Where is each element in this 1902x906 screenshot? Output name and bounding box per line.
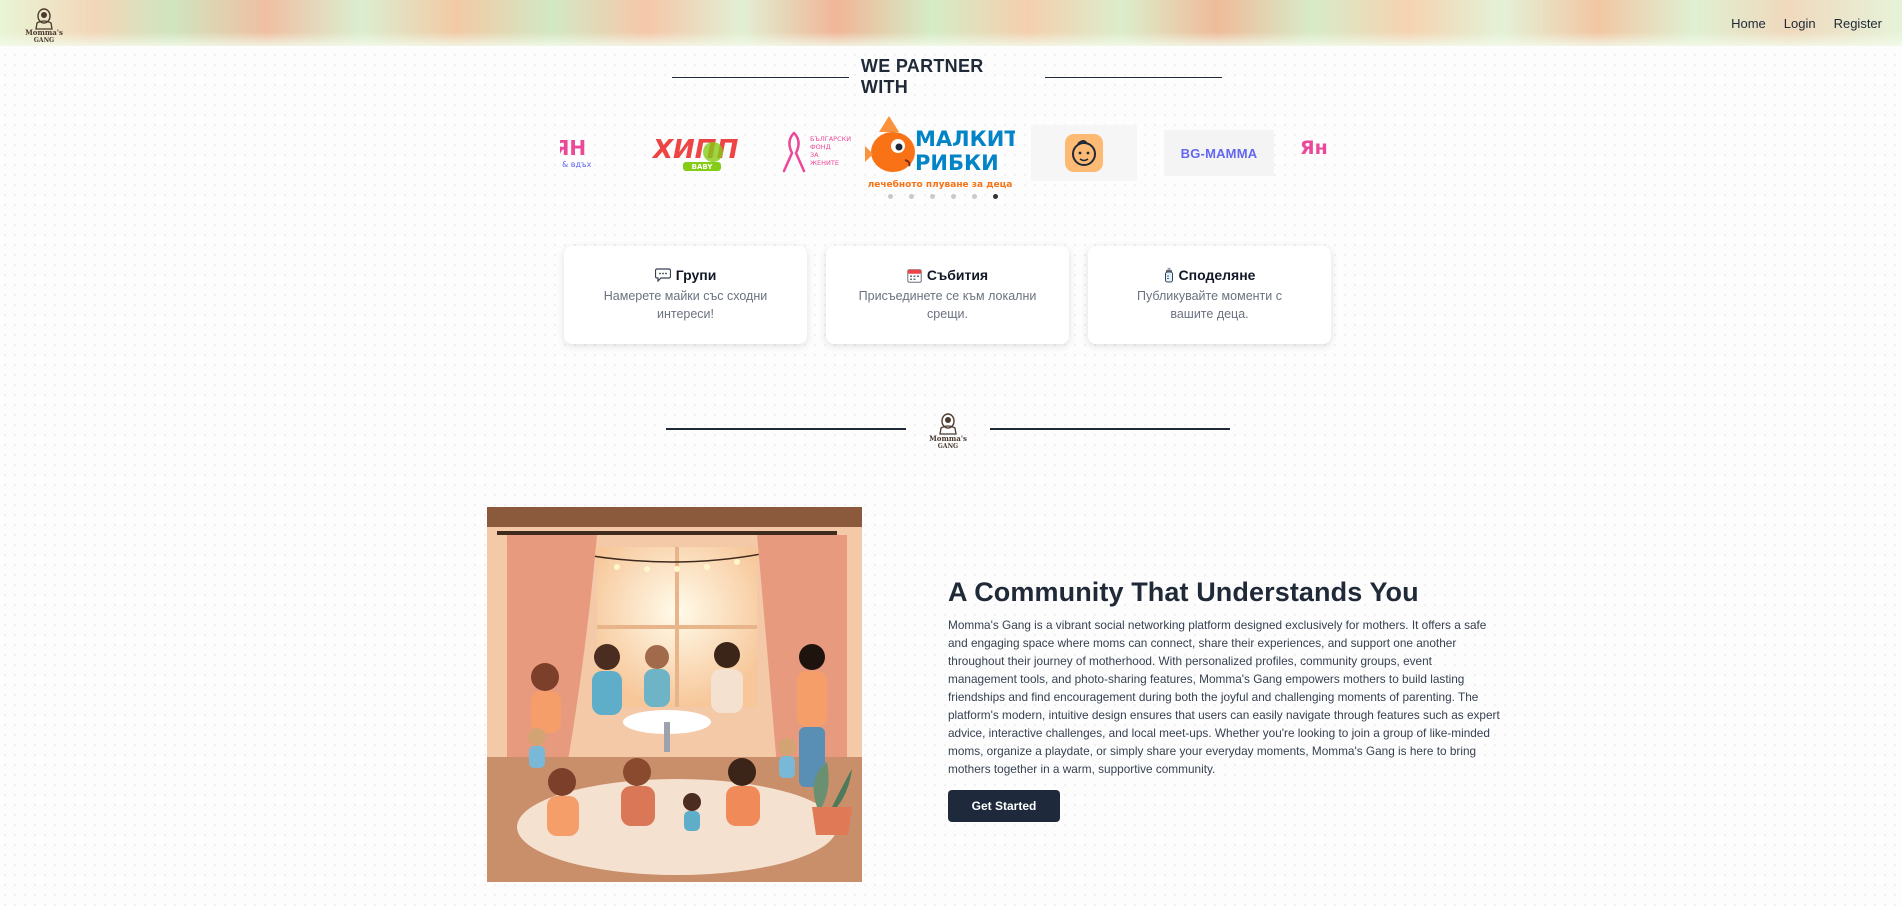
partners-title: WE PARTNER WITH	[860, 56, 984, 97]
partner-logo-breast-cancer-fund[interactable]: БЪЛГАРСКИ ФОНД ЗА ЖЕНИТЕ	[765, 108, 875, 198]
baby-face-icon	[1065, 134, 1103, 172]
get-started-button[interactable]: Get Started	[948, 790, 1060, 822]
feature-card-groups[interactable]: Групи Намерете майки със сходни интереси…	[564, 246, 807, 344]
divider-logo: Momma's GANG	[928, 410, 968, 450]
svg-text:ЗА: ЗА	[810, 151, 819, 159]
main-nav: Home Login Register	[1731, 0, 1882, 46]
partner-logo-hipp[interactable]: ХИПП BABY	[640, 108, 750, 198]
feature-card-title: Събития	[907, 267, 988, 283]
svg-text:ФОНД: ФОНД	[810, 143, 831, 151]
feature-desc: Намерете майки със сходни интереси!	[603, 289, 768, 321]
community-section: A Community That Understands You Momma's…	[948, 577, 1500, 822]
community-title: A Community That Understands You	[948, 577, 1419, 607]
partner-carousel[interactable]: ЯН & вдъх ХИПП BABY БЪЛГАРСКИ ФОНД ЗА ЖЕ…	[560, 108, 1340, 198]
partner-logo-malkite-ribki[interactable]: МАЛКИТЕ РИБКИ лечебното плуване за деца	[865, 108, 1015, 198]
divider-line-left	[666, 428, 906, 430]
svg-text:Momma's: Momma's	[929, 434, 967, 443]
partner-yan-2-text: Ян	[1300, 137, 1328, 159]
nav-register-link[interactable]: Register	[1834, 16, 1882, 31]
partner-logo-yan-2[interactable]: Ян	[1300, 108, 1340, 198]
partner-hipp-sub: BABY	[692, 163, 714, 171]
feature-desc: Присъединете се към локални срещи.	[858, 289, 1037, 321]
partner-hipp-text: ХИПП	[651, 135, 739, 165]
mommas-gang-logo-icon: Momma's GANG	[929, 413, 967, 450]
mommas-gang-logo-icon: Momma's GANG	[25, 8, 63, 44]
svg-text:ЖЕНИТЕ: ЖЕНИТЕ	[810, 159, 839, 167]
nav-login-link[interactable]: Login	[1784, 16, 1816, 31]
community-description: Momma's Gang is a vibrant social network…	[948, 618, 1500, 776]
carousel-dots	[888, 194, 998, 199]
svg-text:GANG: GANG	[938, 443, 958, 450]
carousel-dot[interactable]	[930, 194, 935, 199]
nav-home-link[interactable]: Home	[1731, 16, 1766, 31]
feature-card-sharing[interactable]: Споделяне Публикувайте моменти с вашите …	[1088, 246, 1331, 344]
logo-wordmark-top: Momma's	[25, 28, 63, 37]
feature-title-text: Събития	[926, 267, 989, 283]
partner-ribki-text-1: МАЛКИТЕ	[915, 127, 1015, 151]
partner-logo-bg-mamma[interactable]: BG-MAMMA	[1163, 108, 1275, 198]
feature-title-text: Споделяне	[1178, 267, 1256, 283]
partner-fund-text: БЪЛГАРСКИ	[810, 135, 851, 143]
partner-yan-text: ЯН	[560, 136, 586, 160]
divider-line-right	[990, 428, 1230, 430]
mommas-gang-logo[interactable]: Momma's GANG	[24, 5, 64, 44]
partners-heading: WE PARTNER WITH	[672, 56, 1222, 97]
carousel-dot[interactable]	[909, 194, 914, 199]
carousel-dot[interactable]	[888, 194, 893, 199]
baby-bottle-icon	[1164, 267, 1173, 283]
feature-desc: Публикувайте моменти с вашите деца.	[1137, 289, 1282, 321]
heading-line-right	[1045, 76, 1222, 78]
partner-logo-baby-app[interactable]	[1030, 108, 1138, 198]
chat-bubble-icon	[654, 268, 671, 282]
community-illustration	[487, 507, 862, 882]
partner-ribki-sub: лечебното плуване за деца	[868, 179, 1013, 190]
carousel-dot[interactable]	[972, 194, 977, 199]
site-header: Momma's GANG Home Login Register	[0, 0, 1902, 46]
heading-line-left	[672, 76, 849, 78]
partner-yan-sub: & вдъх	[562, 160, 592, 169]
calendar-icon	[907, 268, 922, 283]
logo-wordmark-bottom: GANG	[34, 37, 54, 43]
feature-card-events[interactable]: Събития Присъединете се към локални срещ…	[826, 246, 1069, 344]
carousel-dot-active[interactable]	[993, 194, 998, 199]
feature-title-text: Групи	[675, 267, 717, 283]
partner-ribki-text-2: РИБКИ	[915, 151, 999, 175]
feature-cards: Групи Намерете майки със сходни интереси…	[564, 246, 1331, 344]
fish-mascot-icon	[865, 116, 915, 172]
partner-logo-yan[interactable]: ЯН & вдъх	[560, 108, 630, 198]
partner-bg-mamma-text: BG-MAMMA	[1180, 145, 1258, 161]
section-divider: Momma's GANG	[666, 410, 1230, 450]
carousel-dot[interactable]	[951, 194, 956, 199]
feature-card-title: Споделяне	[1164, 267, 1256, 283]
feature-card-title: Групи	[654, 267, 717, 283]
pink-ribbon-icon	[782, 131, 806, 173]
